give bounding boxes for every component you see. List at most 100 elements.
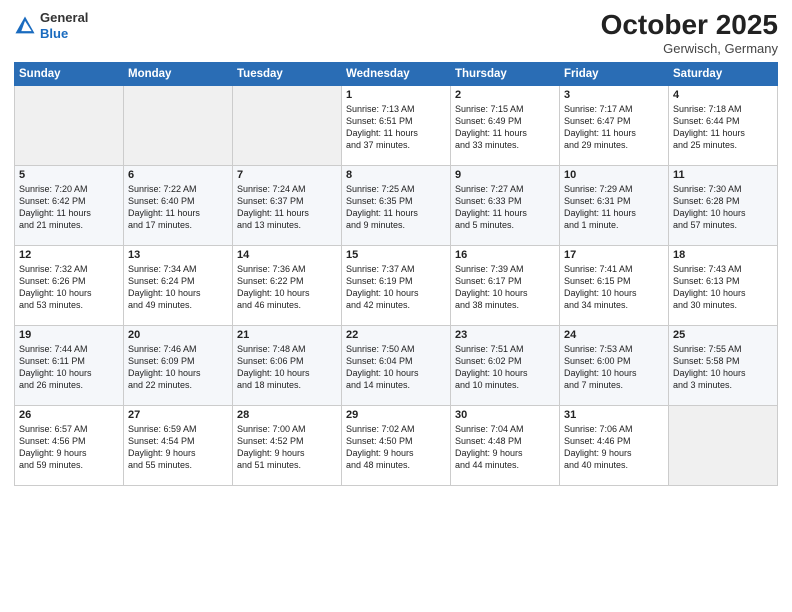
day-number: 9	[455, 169, 555, 181]
calendar-cell: 30 Sunrise: 7:04 AM Sunset: 4:48 PM Dayli…	[451, 405, 560, 485]
cell-text: Sunrise: 7:43 AM Sunset: 6:13 PM Dayligh…	[673, 263, 773, 312]
weekday-header: Sunday	[15, 62, 124, 85]
cell-text: Sunrise: 7:24 AM Sunset: 6:37 PM Dayligh…	[237, 183, 337, 232]
cell-text: Sunrise: 7:48 AM Sunset: 6:06 PM Dayligh…	[237, 343, 337, 392]
day-number: 21	[237, 329, 337, 341]
day-number: 30	[455, 409, 555, 421]
logo-icon	[14, 15, 36, 37]
cell-text: Sunrise: 7:27 AM Sunset: 6:33 PM Dayligh…	[455, 183, 555, 232]
weekday-header: Monday	[124, 62, 233, 85]
cell-text: Sunrise: 7:15 AM Sunset: 6:49 PM Dayligh…	[455, 103, 555, 152]
day-number: 2	[455, 89, 555, 101]
cell-text: Sunrise: 7:51 AM Sunset: 6:02 PM Dayligh…	[455, 343, 555, 392]
day-number: 10	[564, 169, 664, 181]
calendar-cell: 23 Sunrise: 7:51 AM Sunset: 6:02 PM Dayli…	[451, 325, 560, 405]
logo-general: General	[40, 10, 88, 26]
calendar-cell: 8Sunrise: 7:25 AM Sunset: 6:35 PM Daylig…	[342, 165, 451, 245]
logo-blue: Blue	[40, 26, 88, 42]
calendar-cell: 9 Sunrise: 7:27 AM Sunset: 6:33 PM Daylig…	[451, 165, 560, 245]
cell-text: Sunrise: 6:57 AM Sunset: 4:56 PM Dayligh…	[19, 423, 119, 472]
day-number: 3	[564, 89, 664, 101]
day-number: 18	[673, 249, 773, 261]
cell-text: Sunrise: 7:53 AM Sunset: 6:00 PM Dayligh…	[564, 343, 664, 392]
calendar-cell: 12Sunrise: 7:32 AM Sunset: 6:26 PM Dayli…	[15, 245, 124, 325]
day-number: 15	[346, 249, 446, 261]
weekday-header: Thursday	[451, 62, 560, 85]
calendar-cell: 17 Sunrise: 7:41 AM Sunset: 6:15 PM Dayli…	[560, 245, 669, 325]
calendar-cell: 7Sunrise: 7:24 AM Sunset: 6:37 PM Daylig…	[233, 165, 342, 245]
calendar-cell: 26 Sunrise: 6:57 AM Sunset: 4:56 PM Dayli…	[15, 405, 124, 485]
calendar-cell: 21 Sunrise: 7:48 AM Sunset: 6:06 PM Dayli…	[233, 325, 342, 405]
calendar-week-row: 5 Sunrise: 7:20 AM Sunset: 6:42 PM Daylig…	[15, 165, 778, 245]
day-number: 28	[237, 409, 337, 421]
cell-text: Sunrise: 7:13 AM Sunset: 6:51 PM Dayligh…	[346, 103, 446, 152]
calendar-cell: 28 Sunrise: 7:00 AM Sunset: 4:52 PM Dayli…	[233, 405, 342, 485]
day-number: 25	[673, 329, 773, 341]
weekday-header: Friday	[560, 62, 669, 85]
calendar-cell: 10 Sunrise: 7:29 AM Sunset: 6:31 PM Dayli…	[560, 165, 669, 245]
day-number: 8	[346, 169, 446, 181]
page: General Blue October 2025 Gerwisch, Germ…	[0, 0, 792, 612]
calendar-week-row: 12Sunrise: 7:32 AM Sunset: 6:26 PM Dayli…	[15, 245, 778, 325]
calendar-cell: 29Sunrise: 7:02 AM Sunset: 4:50 PM Dayli…	[342, 405, 451, 485]
cell-text: Sunrise: 7:36 AM Sunset: 6:22 PM Dayligh…	[237, 263, 337, 312]
logo: General Blue	[14, 10, 88, 41]
day-number: 5	[19, 169, 119, 181]
cell-text: Sunrise: 7:34 AM Sunset: 6:24 PM Dayligh…	[128, 263, 228, 312]
cell-text: Sunrise: 7:02 AM Sunset: 4:50 PM Dayligh…	[346, 423, 446, 472]
day-number: 14	[237, 249, 337, 261]
day-number: 23	[455, 329, 555, 341]
calendar-cell: 5 Sunrise: 7:20 AM Sunset: 6:42 PM Daylig…	[15, 165, 124, 245]
calendar-cell: 19 Sunrise: 7:44 AM Sunset: 6:11 PM Dayli…	[15, 325, 124, 405]
day-number: 6	[128, 169, 228, 181]
header: General Blue October 2025 Gerwisch, Germ…	[14, 10, 778, 56]
cell-text: Sunrise: 7:55 AM Sunset: 5:58 PM Dayligh…	[673, 343, 773, 392]
calendar-cell	[669, 405, 778, 485]
cell-text: Sunrise: 7:29 AM Sunset: 6:31 PM Dayligh…	[564, 183, 664, 232]
calendar-cell: 1 Sunrise: 7:13 AM Sunset: 6:51 PM Daylig…	[342, 85, 451, 165]
calendar-cell: 25 Sunrise: 7:55 AM Sunset: 5:58 PM Dayli…	[669, 325, 778, 405]
calendar-cell: 13 Sunrise: 7:34 AM Sunset: 6:24 PM Dayli…	[124, 245, 233, 325]
calendar-cell: 14 Sunrise: 7:36 AM Sunset: 6:22 PM Dayli…	[233, 245, 342, 325]
cell-text: Sunrise: 7:04 AM Sunset: 4:48 PM Dayligh…	[455, 423, 555, 472]
weekday-header: Saturday	[669, 62, 778, 85]
cell-text: Sunrise: 6:59 AM Sunset: 4:54 PM Dayligh…	[128, 423, 228, 472]
calendar-cell: 31 Sunrise: 7:06 AM Sunset: 4:46 PM Dayli…	[560, 405, 669, 485]
location: Gerwisch, Germany	[601, 41, 778, 56]
day-number: 1	[346, 89, 446, 101]
day-number: 11	[673, 169, 773, 181]
weekday-header: Wednesday	[342, 62, 451, 85]
calendar-cell: 27 Sunrise: 6:59 AM Sunset: 4:54 PM Dayli…	[124, 405, 233, 485]
cell-text: Sunrise: 7:18 AM Sunset: 6:44 PM Dayligh…	[673, 103, 773, 152]
calendar-week-row: 1 Sunrise: 7:13 AM Sunset: 6:51 PM Daylig…	[15, 85, 778, 165]
calendar-cell: 4Sunrise: 7:18 AM Sunset: 6:44 PM Daylig…	[669, 85, 778, 165]
cell-text: Sunrise: 7:30 AM Sunset: 6:28 PM Dayligh…	[673, 183, 773, 232]
day-number: 24	[564, 329, 664, 341]
calendar-cell	[233, 85, 342, 165]
calendar-cell	[124, 85, 233, 165]
cell-text: Sunrise: 7:32 AM Sunset: 6:26 PM Dayligh…	[19, 263, 119, 312]
day-number: 22	[346, 329, 446, 341]
cell-text: Sunrise: 7:44 AM Sunset: 6:11 PM Dayligh…	[19, 343, 119, 392]
calendar-cell: 11 Sunrise: 7:30 AM Sunset: 6:28 PM Dayli…	[669, 165, 778, 245]
calendar-week-row: 19 Sunrise: 7:44 AM Sunset: 6:11 PM Dayli…	[15, 325, 778, 405]
calendar-header-row: SundayMondayTuesdayWednesdayThursdayFrid…	[15, 62, 778, 85]
day-number: 19	[19, 329, 119, 341]
calendar-cell: 16Sunrise: 7:39 AM Sunset: 6:17 PM Dayli…	[451, 245, 560, 325]
cell-text: Sunrise: 7:22 AM Sunset: 6:40 PM Dayligh…	[128, 183, 228, 232]
cell-text: Sunrise: 7:41 AM Sunset: 6:15 PM Dayligh…	[564, 263, 664, 312]
cell-text: Sunrise: 7:37 AM Sunset: 6:19 PM Dayligh…	[346, 263, 446, 312]
day-number: 26	[19, 409, 119, 421]
calendar-cell: 18 Sunrise: 7:43 AM Sunset: 6:13 PM Dayli…	[669, 245, 778, 325]
day-number: 31	[564, 409, 664, 421]
day-number: 17	[564, 249, 664, 261]
cell-text: Sunrise: 7:00 AM Sunset: 4:52 PM Dayligh…	[237, 423, 337, 472]
calendar-cell: 6 Sunrise: 7:22 AM Sunset: 6:40 PM Daylig…	[124, 165, 233, 245]
cell-text: Sunrise: 7:39 AM Sunset: 6:17 PM Dayligh…	[455, 263, 555, 312]
day-number: 13	[128, 249, 228, 261]
day-number: 27	[128, 409, 228, 421]
calendar-cell: 22Sunrise: 7:50 AM Sunset: 6:04 PM Dayli…	[342, 325, 451, 405]
cell-text: Sunrise: 7:06 AM Sunset: 4:46 PM Dayligh…	[564, 423, 664, 472]
calendar-week-row: 26 Sunrise: 6:57 AM Sunset: 4:56 PM Dayli…	[15, 405, 778, 485]
cell-text: Sunrise: 7:20 AM Sunset: 6:42 PM Dayligh…	[19, 183, 119, 232]
